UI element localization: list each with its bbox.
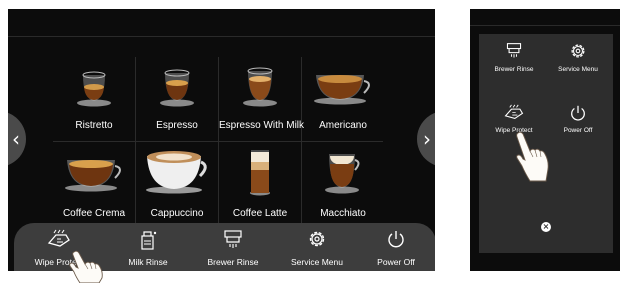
bottom-menu-label: Brewer Rinse bbox=[207, 257, 259, 267]
drink-tile-americano[interactable]: Americano bbox=[302, 57, 384, 141]
drink-label: Macchiato bbox=[320, 208, 366, 219]
service-menu-button[interactable]: Service Menu bbox=[277, 223, 357, 271]
wipe-protect-icon bbox=[47, 229, 70, 247]
bottom-menu-label: Service Menu bbox=[291, 257, 343, 267]
drink-grid: Ristretto Espresso Espresso With Milk Am… bbox=[53, 57, 383, 227]
power-off-button[interactable]: Power Off bbox=[547, 104, 609, 144]
coffee-latte-glass-icon bbox=[250, 150, 270, 196]
coffee-crema-cup-icon bbox=[65, 160, 121, 192]
pointing-hand-icon bbox=[69, 250, 103, 283]
brewer-rinse-icon bbox=[506, 43, 522, 58]
drink-tile-espresso-with-milk[interactable]: Espresso With Milk bbox=[219, 57, 305, 141]
power-off-button[interactable]: Power Off bbox=[362, 223, 430, 271]
chevron-left-icon: ‹ bbox=[12, 127, 20, 151]
chevron-right-icon: › bbox=[423, 127, 431, 151]
drink-label: Cappuccino bbox=[150, 208, 204, 219]
drink-tile-cappuccino[interactable]: Cappuccino bbox=[136, 142, 218, 226]
drink-label: Coffee Latte bbox=[232, 208, 288, 219]
brewer-rinse-button[interactable]: Brewer Rinse bbox=[483, 42, 545, 82]
americano-cup-icon bbox=[314, 75, 370, 105]
drink-label: Espresso With Milk bbox=[219, 120, 305, 131]
bottom-menu-label: Power Off bbox=[377, 257, 415, 267]
drink-tile-macchiato[interactable]: Macchiato bbox=[302, 142, 384, 226]
quick-menu-label: Power Off bbox=[563, 127, 593, 134]
drink-tile-coffee-crema[interactable]: Coffee Crema bbox=[53, 142, 135, 226]
bottom-menu-label: Milk Rinse bbox=[128, 257, 168, 267]
main-screen: ‹ › Ristretto Espresso Espresso With Mil… bbox=[8, 9, 435, 271]
service-menu-button[interactable]: Service Menu bbox=[547, 42, 609, 82]
drink-tile-ristretto[interactable]: Ristretto bbox=[53, 57, 135, 141]
brewer-rinse-icon bbox=[224, 230, 242, 248]
drink-label: Coffee Crema bbox=[62, 208, 126, 219]
espresso-cup-icon bbox=[160, 69, 194, 107]
drink-tile-espresso[interactable]: Espresso bbox=[136, 57, 218, 141]
ristretto-cup-icon bbox=[77, 71, 111, 107]
macchiato-glass-icon bbox=[325, 154, 360, 194]
milk-rinse-button[interactable]: Milk Rinse bbox=[110, 223, 186, 271]
previous-page-button[interactable]: ‹ bbox=[8, 111, 26, 167]
drink-label: Ristretto bbox=[75, 120, 113, 131]
quick-menu-label: Service Menu bbox=[558, 66, 598, 73]
top-divider bbox=[470, 25, 620, 26]
gear-icon bbox=[309, 231, 325, 247]
drink-label: Espresso bbox=[156, 120, 198, 131]
gear-icon bbox=[571, 44, 585, 58]
milk-rinse-icon bbox=[141, 231, 157, 250]
brewer-rinse-button[interactable]: Brewer Rinse bbox=[192, 223, 274, 271]
power-icon bbox=[571, 105, 585, 121]
pointing-hand-icon bbox=[516, 131, 549, 182]
drink-label: Americano bbox=[319, 120, 367, 131]
espresso-with-milk-cup-icon bbox=[243, 67, 277, 107]
drink-tile-coffee-latte[interactable]: Coffee Latte bbox=[219, 142, 301, 226]
quick-menu-label: Brewer Rinse bbox=[494, 66, 534, 73]
power-icon bbox=[388, 231, 404, 248]
close-icon[interactable]: × bbox=[541, 222, 551, 232]
cappuccino-cup-icon bbox=[146, 151, 207, 194]
wipe-protect-icon bbox=[504, 104, 524, 120]
next-page-button[interactable]: › bbox=[417, 111, 435, 167]
top-divider bbox=[8, 36, 435, 37]
